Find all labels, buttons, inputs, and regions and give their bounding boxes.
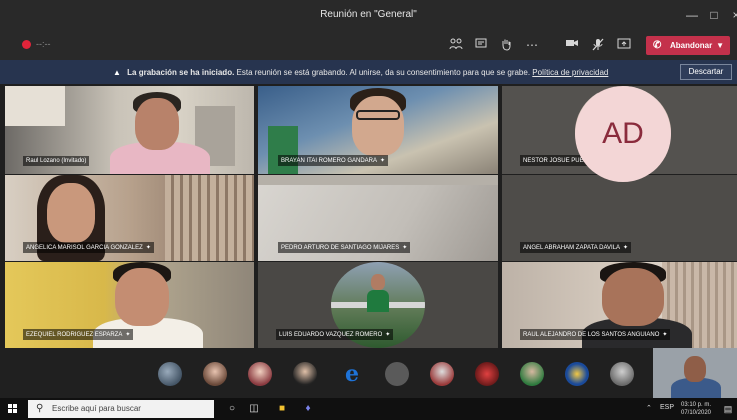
leave-button-label: Abandonar: [670, 41, 713, 50]
task-view-icon[interactable]: ◫: [246, 401, 262, 417]
search-icon: ⚲: [36, 403, 44, 414]
participant-avatar[interactable]: [565, 362, 589, 386]
video-tile[interactable]: ANGELICA MARISOL GARCIA GONZALEZ ✦: [5, 175, 254, 261]
participants-icon[interactable]: [446, 36, 466, 54]
share-screen-icon[interactable]: [614, 36, 634, 54]
participant-name-label: RAUL ALEJANDRO DE LOS SANTOS ANGUIANO ✦: [520, 329, 671, 340]
privacy-policy-link[interactable]: Política de privacidad: [532, 68, 608, 77]
close-icon[interactable]: ×: [726, 6, 737, 24]
banner-bold-text: La grabación se ha iniciado.: [127, 68, 235, 77]
background-shelf: [5, 86, 65, 126]
camera-icon[interactable]: [562, 36, 582, 54]
participant-face: [602, 268, 664, 326]
title-bar: Reunión en "General" — □ ×: [0, 0, 737, 30]
chevron-down-icon[interactable]: ▼: [716, 36, 724, 55]
raise-hand-icon[interactable]: [496, 36, 516, 54]
taskbar-clock[interactable]: 03:10 p. m. 07/10/2020: [676, 401, 716, 417]
recording-banner: ▲ La grabación se ha iniciado. Esta reun…: [0, 60, 737, 84]
leave-button[interactable]: ✆ Abandonar ▼: [646, 36, 730, 55]
participant-name-label: BRAYAN ITAI ROMERO GANDARA ✦: [278, 155, 389, 166]
participant-avatar[interactable]: [610, 362, 634, 386]
teams-meeting-window: Reunión en "General" — □ × --:-- ⋯ ✆ Aba…: [0, 0, 737, 420]
participant-avatar[interactable]: [248, 362, 272, 386]
windows-taskbar: ⚲ Escribe aquí para buscar ○ ◫ ■ ♦ ⌃ ESP…: [0, 398, 737, 420]
mic-muted-icon: ✦: [662, 332, 668, 338]
participant-name-label: ANGELICA MARISOL GARCIA GONZALEZ ✦: [23, 242, 154, 253]
search-placeholder: Escribe aquí para buscar: [52, 404, 141, 413]
clock-time: 03:10 p. m.: [680, 402, 712, 408]
participant-avatar[interactable]: [293, 362, 317, 386]
mic-muted-icon: ✦: [145, 245, 151, 251]
clock-date: 07/10/2020: [680, 410, 712, 416]
language-indicator[interactable]: ESP: [660, 404, 674, 411]
participant-name-label: ANGEL ABRAHAM ZAPATA DAVILA ✦: [520, 242, 632, 253]
participant-face: [115, 268, 169, 326]
recording-indicator-icon: [22, 40, 31, 49]
taskbar-search-input[interactable]: ⚲ Escribe aquí para buscar: [28, 400, 214, 418]
windows-start-icon[interactable]: [8, 404, 18, 414]
participant-initials-avatar: AD: [575, 86, 671, 182]
video-tile[interactable]: LUIS EDUARDO VAZQUEZ ROMERO ✦: [258, 262, 498, 348]
window-title: Reunión en "General": [320, 9, 417, 20]
warning-icon: ▲: [113, 68, 121, 77]
video-tile[interactable]: RAUL ALEJANDRO DE LOS SANTOS ANGUIANO ✦: [502, 262, 737, 348]
participant-avatar[interactable]: [385, 362, 409, 386]
meeting-timer: --:--: [36, 39, 51, 49]
background-flag: [268, 126, 298, 174]
video-tile[interactable]: ANGEL ABRAHAM ZAPATA DAVILA ✦: [502, 175, 737, 261]
banner-message: ▲ La grabación se ha iniciado. Esta reun…: [113, 68, 608, 77]
glasses: [356, 110, 400, 120]
mic-muted-icon: ✦: [623, 245, 629, 251]
background-curtain: [165, 175, 254, 261]
background-ceiling: [258, 175, 498, 185]
minimize-icon[interactable]: —: [682, 6, 702, 24]
participant-name-label: PEDRO ARTURO DE SANTIAGO MIJARES ✦: [278, 242, 411, 253]
mic-muted-icon: ✦: [402, 245, 408, 251]
participant-name-label: EZEQUIEL RODRIGUEZ ESPARZA ✦: [23, 329, 134, 340]
teams-icon[interactable]: ♦: [300, 401, 316, 417]
maximize-icon[interactable]: □: [704, 6, 724, 24]
participant-face: [47, 183, 95, 243]
mic-muted-icon: ✦: [385, 332, 391, 338]
video-tile[interactable]: PEDRO ARTURO DE SANTIAGO MIJARES ✦: [258, 175, 498, 261]
participant-face: [352, 96, 404, 156]
video-tile[interactable]: BRAYAN ITAI ROMERO GANDARA ✦: [258, 86, 498, 174]
participant-name-label: LUIS EDUARDO VAZQUEZ ROMERO ✦: [276, 329, 394, 340]
mic-muted-icon[interactable]: [588, 36, 608, 54]
participant-avatar[interactable]: [430, 362, 454, 386]
video-tile[interactable]: Raul Lozano (Invitado): [5, 86, 254, 174]
file-explorer-icon[interactable]: ■: [274, 401, 290, 417]
participant-avatar[interactable]: [520, 362, 544, 386]
participant-name-label: Raul Lozano (Invitado): [23, 156, 90, 166]
meeting-controls: --:-- ⋯ ✆ Abandonar ▼: [0, 30, 737, 60]
phone-hangup-icon: ✆: [653, 40, 662, 51]
participant-strip: e: [0, 348, 737, 398]
mic-muted-icon: ✦: [125, 332, 131, 338]
cortana-icon[interactable]: ○: [224, 401, 240, 417]
video-tile[interactable]: EZEQUIEL RODRIGUEZ ESPARZA ✦: [5, 262, 254, 348]
participant-avatar[interactable]: [203, 362, 227, 386]
banner-text: Esta reunión se está grabando. Al unirse…: [236, 68, 531, 77]
chat-icon[interactable]: [471, 36, 491, 54]
participant-avatar[interactable]: [158, 362, 182, 386]
notifications-icon[interactable]: ▤: [720, 401, 736, 417]
participant-face: [135, 98, 179, 150]
mic-muted-icon: ✦: [380, 158, 386, 164]
dismiss-button[interactable]: Descartar: [680, 64, 732, 80]
more-options-icon[interactable]: ⋯: [522, 36, 542, 54]
edge-logo-icon[interactable]: e: [340, 362, 364, 386]
self-view-video[interactable]: [653, 348, 737, 398]
tray-chevron-up-icon[interactable]: ⌃: [646, 404, 652, 412]
participant-avatar[interactable]: [475, 362, 499, 386]
